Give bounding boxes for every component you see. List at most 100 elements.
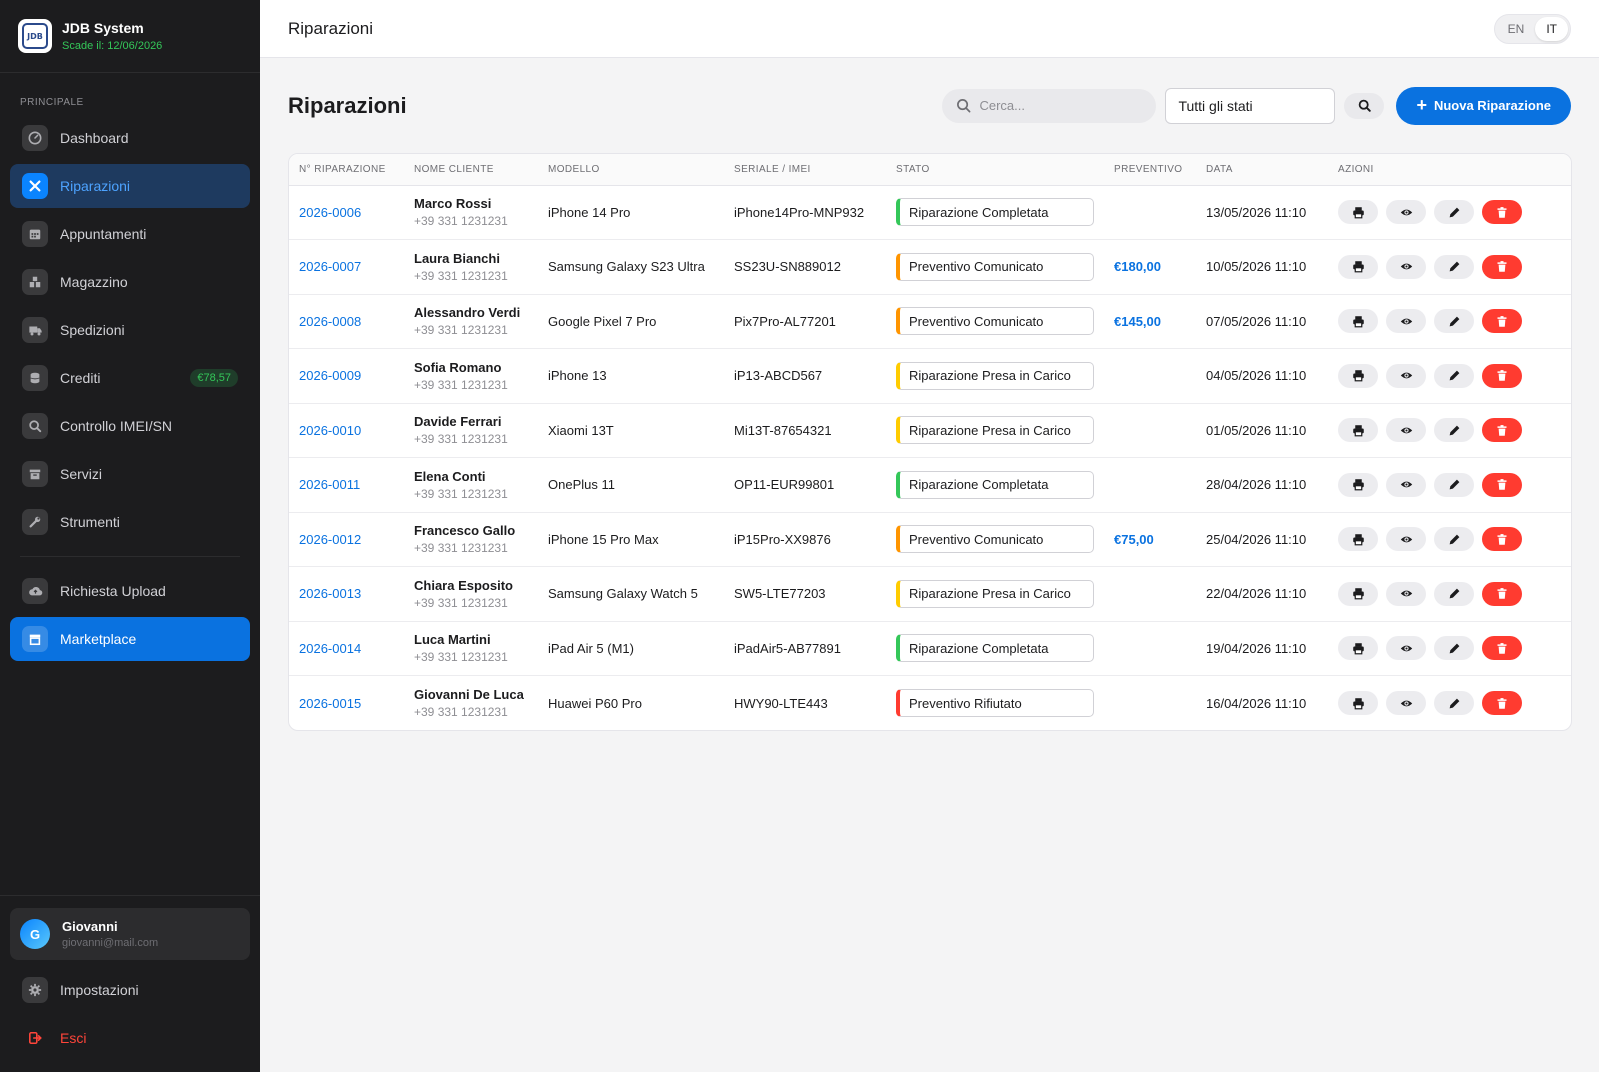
delete-button[interactable] <box>1482 418 1522 443</box>
repair-id-link[interactable]: 2026-0011 <box>299 477 360 492</box>
repair-id-link[interactable]: 2026-0012 <box>299 532 361 547</box>
view-button[interactable] <box>1386 527 1426 552</box>
sidebar-item-appuntamenti[interactable]: Appuntamenti <box>10 212 250 256</box>
status-select[interactable]: Riparazione Completata <box>896 634 1094 663</box>
view-button[interactable] <box>1386 418 1426 443</box>
delete-button[interactable] <box>1482 636 1522 661</box>
status-select[interactable]: Riparazione Completata <box>896 470 1094 499</box>
search-button[interactable] <box>1344 92 1385 119</box>
edit-button[interactable] <box>1434 581 1474 606</box>
status-select[interactable]: Preventivo Rifiutato <box>896 689 1094 717</box>
print-button[interactable] <box>1338 418 1378 443</box>
sidebar-item-richiesta-upload[interactable]: Richiesta Upload <box>10 569 250 613</box>
pencil-icon <box>1448 478 1461 491</box>
edit-button[interactable] <box>1434 472 1474 497</box>
status-select[interactable]: Riparazione Completata <box>896 198 1094 227</box>
search-input[interactable] <box>979 98 1140 113</box>
table-row[interactable]: 2026-0007 Laura Bianchi +39 331 1231231 … <box>289 239 1571 295</box>
view-button[interactable] <box>1386 581 1426 606</box>
repair-id-link[interactable]: 2026-0008 <box>299 314 361 329</box>
status-select[interactable]: Preventivo Comunicato <box>896 307 1094 336</box>
edit-button[interactable] <box>1434 418 1474 443</box>
status-select[interactable]: Preventivo Comunicato <box>896 252 1094 281</box>
sidebar-item-controllo-imei[interactable]: Controllo IMEI/SN <box>10 404 250 448</box>
delete-button[interactable] <box>1482 200 1522 225</box>
status-filter-select[interactable]: Tutti gli stati <box>1165 87 1336 124</box>
col-header-model[interactable]: MODELLO <box>538 154 724 186</box>
logout-button[interactable]: Esci <box>10 1016 250 1060</box>
col-header-customer[interactable]: NOME CLIENTE <box>404 154 538 186</box>
delete-button[interactable] <box>1482 254 1522 279</box>
delete-button[interactable] <box>1482 363 1522 388</box>
delete-button[interactable] <box>1482 691 1522 715</box>
table-row[interactable]: 2026-0013 Chiara Esposito +39 331 123123… <box>289 566 1571 622</box>
view-button[interactable] <box>1386 363 1426 388</box>
repair-id-link[interactable]: 2026-0010 <box>299 423 361 438</box>
table-row[interactable]: 2026-0012 Francesco Gallo +39 331 123123… <box>289 512 1571 567</box>
repair-id-link[interactable]: 2026-0015 <box>299 696 361 711</box>
status-select[interactable]: Preventivo Comunicato <box>896 525 1094 554</box>
edit-button[interactable] <box>1434 363 1474 388</box>
col-header-status[interactable]: STATO <box>886 154 1104 186</box>
view-button[interactable] <box>1386 309 1426 334</box>
print-button[interactable] <box>1338 472 1378 497</box>
table-row[interactable]: 2026-0014 Luca Martini +39 331 1231231 i… <box>289 621 1571 676</box>
delete-button[interactable] <box>1482 527 1522 552</box>
status-select[interactable]: Riparazione Presa in Carico <box>896 579 1094 608</box>
status-select[interactable]: Riparazione Presa in Carico <box>896 361 1094 390</box>
view-button[interactable] <box>1386 254 1426 279</box>
print-button[interactable] <box>1338 691 1378 715</box>
view-button[interactable] <box>1386 691 1426 715</box>
table-row[interactable]: 2026-0006 Marco Rossi +39 331 1231231 iP… <box>289 185 1571 240</box>
print-button[interactable] <box>1338 200 1378 225</box>
status-select[interactable]: Riparazione Presa in Carico <box>896 416 1094 445</box>
repair-id-link[interactable]: 2026-0013 <box>299 586 361 601</box>
user-card[interactable]: G Giovanni giovanni@mail.com <box>10 908 250 960</box>
col-header-quote[interactable]: PREVENTIVO <box>1104 154 1196 186</box>
repair-id-link[interactable]: 2026-0014 <box>299 641 361 656</box>
edit-button[interactable] <box>1434 309 1474 334</box>
sidebar-item-marketplace[interactable]: Marketplace <box>10 617 250 661</box>
brand[interactable]: JDB JDB System Scade il: 12/06/2026 <box>0 0 260 73</box>
sidebar-item-strumenti[interactable]: Strumenti <box>10 500 250 544</box>
sidebar-item-riparazioni[interactable]: Riparazioni <box>10 164 250 208</box>
edit-button[interactable] <box>1434 636 1474 661</box>
table-row[interactable]: 2026-0015 Giovanni De Luca +39 331 12312… <box>289 676 1571 731</box>
table-row[interactable]: 2026-0009 Sofia Romano +39 331 1231231 i… <box>289 348 1571 404</box>
repair-id-link[interactable]: 2026-0007 <box>299 259 361 274</box>
sidebar-item-dashboard[interactable]: Dashboard <box>10 116 250 160</box>
col-header-serial[interactable]: SERIALE / IMEI <box>724 154 886 186</box>
view-button[interactable] <box>1386 472 1426 497</box>
col-header-id[interactable]: N° RIPARAZIONE <box>289 154 404 186</box>
edit-button[interactable] <box>1434 254 1474 279</box>
lang-it-button[interactable]: IT <box>1535 16 1568 41</box>
sidebar-item-crediti[interactable]: Crediti €78,57 <box>10 356 250 400</box>
repair-id-link[interactable]: 2026-0006 <box>299 205 361 220</box>
table-row[interactable]: 2026-0008 Alessandro Verdi +39 331 12312… <box>289 294 1571 349</box>
view-button[interactable] <box>1386 636 1426 661</box>
print-button[interactable] <box>1338 254 1378 279</box>
sidebar-item-impostazioni[interactable]: Impostazioni <box>10 968 250 1012</box>
repair-id-link[interactable]: 2026-0009 <box>299 368 361 383</box>
sidebar-item-servizi[interactable]: Servizi <box>10 452 250 496</box>
lang-en-button[interactable]: EN <box>1497 17 1536 41</box>
search-box[interactable] <box>942 88 1157 123</box>
view-button[interactable] <box>1386 200 1426 225</box>
delete-button[interactable] <box>1482 309 1522 334</box>
edit-button[interactable] <box>1434 691 1474 715</box>
delete-button[interactable] <box>1482 581 1522 606</box>
edit-button[interactable] <box>1434 200 1474 225</box>
sidebar-item-spedizioni[interactable]: Spedizioni <box>10 308 250 352</box>
print-button[interactable] <box>1338 363 1378 388</box>
table-row[interactable]: 2026-0011 Elena Conti +39 331 1231231 On… <box>289 457 1571 513</box>
new-repair-button[interactable]: + Nuova Riparazione <box>1396 86 1571 125</box>
sidebar-item-magazzino[interactable]: Magazzino <box>10 260 250 304</box>
print-button[interactable] <box>1338 527 1378 552</box>
print-button[interactable] <box>1338 309 1378 334</box>
edit-button[interactable] <box>1434 527 1474 552</box>
col-header-date[interactable]: DATA <box>1196 154 1328 186</box>
delete-button[interactable] <box>1482 472 1522 497</box>
print-button[interactable] <box>1338 581 1378 606</box>
print-button[interactable] <box>1338 636 1378 661</box>
table-row[interactable]: 2026-0010 Davide Ferrari +39 331 1231231… <box>289 403 1571 458</box>
